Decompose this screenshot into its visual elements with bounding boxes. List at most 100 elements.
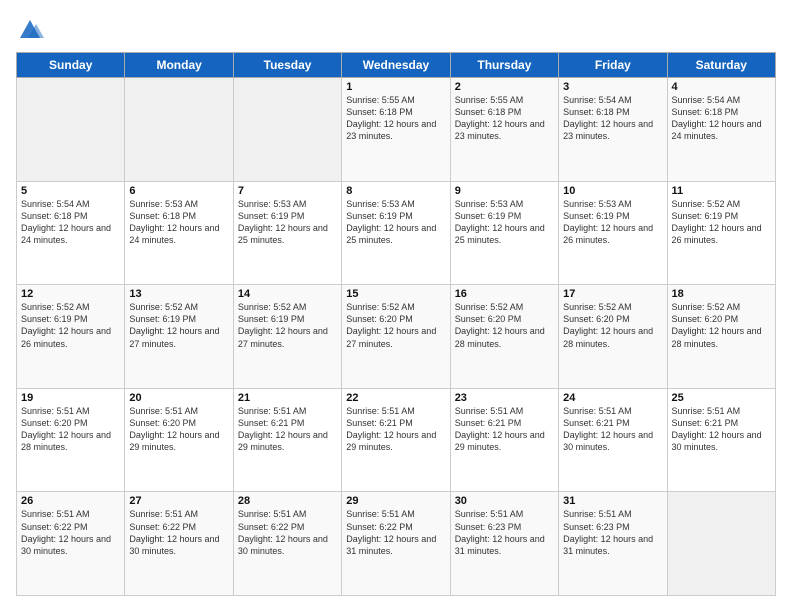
day-number: 13: [129, 288, 228, 300]
calendar-cell: 7Sunrise: 5:53 AMSunset: 6:19 PMDaylight…: [233, 181, 341, 285]
day-number: 17: [563, 288, 662, 300]
calendar-cell: 24Sunrise: 5:51 AMSunset: 6:21 PMDayligh…: [559, 388, 667, 492]
weekday-header: Thursday: [450, 53, 558, 78]
day-info: Sunrise: 5:51 AMSunset: 6:21 PMDaylight:…: [672, 405, 771, 454]
calendar-cell: [17, 78, 125, 182]
day-info: Sunrise: 5:51 AMSunset: 6:23 PMDaylight:…: [563, 508, 662, 557]
calendar-cell: 29Sunrise: 5:51 AMSunset: 6:22 PMDayligh…: [342, 492, 450, 596]
calendar-cell: [667, 492, 775, 596]
day-number: 16: [455, 288, 554, 300]
day-number: 12: [21, 288, 120, 300]
day-number: 10: [563, 185, 662, 197]
day-number: 29: [346, 495, 445, 507]
calendar-cell: 1Sunrise: 5:55 AMSunset: 6:18 PMDaylight…: [342, 78, 450, 182]
day-info: Sunrise: 5:54 AMSunset: 6:18 PMDaylight:…: [672, 94, 771, 143]
logo: [16, 16, 48, 44]
calendar-cell: 23Sunrise: 5:51 AMSunset: 6:21 PMDayligh…: [450, 388, 558, 492]
day-info: Sunrise: 5:51 AMSunset: 6:20 PMDaylight:…: [21, 405, 120, 454]
day-number: 27: [129, 495, 228, 507]
calendar-cell: 30Sunrise: 5:51 AMSunset: 6:23 PMDayligh…: [450, 492, 558, 596]
day-number: 26: [21, 495, 120, 507]
day-number: 28: [238, 495, 337, 507]
day-info: Sunrise: 5:53 AMSunset: 6:19 PMDaylight:…: [563, 198, 662, 247]
calendar-cell: 21Sunrise: 5:51 AMSunset: 6:21 PMDayligh…: [233, 388, 341, 492]
day-info: Sunrise: 5:51 AMSunset: 6:21 PMDaylight:…: [455, 405, 554, 454]
day-info: Sunrise: 5:51 AMSunset: 6:21 PMDaylight:…: [563, 405, 662, 454]
day-number: 25: [672, 392, 771, 404]
calendar-cell: 26Sunrise: 5:51 AMSunset: 6:22 PMDayligh…: [17, 492, 125, 596]
weekday-header: Saturday: [667, 53, 775, 78]
day-info: Sunrise: 5:52 AMSunset: 6:19 PMDaylight:…: [21, 301, 120, 350]
day-number: 11: [672, 185, 771, 197]
day-info: Sunrise: 5:55 AMSunset: 6:18 PMDaylight:…: [455, 94, 554, 143]
calendar-cell: 16Sunrise: 5:52 AMSunset: 6:20 PMDayligh…: [450, 285, 558, 389]
day-number: 4: [672, 81, 771, 93]
day-number: 5: [21, 185, 120, 197]
calendar-table: SundayMondayTuesdayWednesdayThursdayFrid…: [16, 52, 776, 596]
page: SundayMondayTuesdayWednesdayThursdayFrid…: [0, 0, 792, 612]
day-info: Sunrise: 5:51 AMSunset: 6:21 PMDaylight:…: [346, 405, 445, 454]
weekday-header: Sunday: [17, 53, 125, 78]
day-number: 7: [238, 185, 337, 197]
day-number: 21: [238, 392, 337, 404]
calendar-cell: [125, 78, 233, 182]
day-number: 1: [346, 81, 445, 93]
day-info: Sunrise: 5:53 AMSunset: 6:18 PMDaylight:…: [129, 198, 228, 247]
day-info: Sunrise: 5:53 AMSunset: 6:19 PMDaylight:…: [238, 198, 337, 247]
calendar-cell: 10Sunrise: 5:53 AMSunset: 6:19 PMDayligh…: [559, 181, 667, 285]
day-info: Sunrise: 5:51 AMSunset: 6:22 PMDaylight:…: [346, 508, 445, 557]
calendar-cell: 28Sunrise: 5:51 AMSunset: 6:22 PMDayligh…: [233, 492, 341, 596]
day-number: 24: [563, 392, 662, 404]
day-info: Sunrise: 5:51 AMSunset: 6:22 PMDaylight:…: [129, 508, 228, 557]
day-number: 31: [563, 495, 662, 507]
day-info: Sunrise: 5:55 AMSunset: 6:18 PMDaylight:…: [346, 94, 445, 143]
calendar-cell: 19Sunrise: 5:51 AMSunset: 6:20 PMDayligh…: [17, 388, 125, 492]
day-number: 8: [346, 185, 445, 197]
calendar-cell: 6Sunrise: 5:53 AMSunset: 6:18 PMDaylight…: [125, 181, 233, 285]
day-number: 23: [455, 392, 554, 404]
day-info: Sunrise: 5:54 AMSunset: 6:18 PMDaylight:…: [563, 94, 662, 143]
calendar-cell: 15Sunrise: 5:52 AMSunset: 6:20 PMDayligh…: [342, 285, 450, 389]
day-info: Sunrise: 5:51 AMSunset: 6:20 PMDaylight:…: [129, 405, 228, 454]
day-number: 14: [238, 288, 337, 300]
day-info: Sunrise: 5:51 AMSunset: 6:21 PMDaylight:…: [238, 405, 337, 454]
day-info: Sunrise: 5:51 AMSunset: 6:22 PMDaylight:…: [21, 508, 120, 557]
day-number: 9: [455, 185, 554, 197]
calendar-cell: 13Sunrise: 5:52 AMSunset: 6:19 PMDayligh…: [125, 285, 233, 389]
day-info: Sunrise: 5:52 AMSunset: 6:20 PMDaylight:…: [672, 301, 771, 350]
day-number: 15: [346, 288, 445, 300]
day-info: Sunrise: 5:52 AMSunset: 6:19 PMDaylight:…: [238, 301, 337, 350]
calendar-cell: 5Sunrise: 5:54 AMSunset: 6:18 PMDaylight…: [17, 181, 125, 285]
day-info: Sunrise: 5:54 AMSunset: 6:18 PMDaylight:…: [21, 198, 120, 247]
day-info: Sunrise: 5:52 AMSunset: 6:19 PMDaylight:…: [672, 198, 771, 247]
header: [16, 16, 776, 44]
weekday-header: Friday: [559, 53, 667, 78]
calendar-cell: 11Sunrise: 5:52 AMSunset: 6:19 PMDayligh…: [667, 181, 775, 285]
day-info: Sunrise: 5:52 AMSunset: 6:19 PMDaylight:…: [129, 301, 228, 350]
calendar-cell: 12Sunrise: 5:52 AMSunset: 6:19 PMDayligh…: [17, 285, 125, 389]
day-number: 30: [455, 495, 554, 507]
calendar-cell: 3Sunrise: 5:54 AMSunset: 6:18 PMDaylight…: [559, 78, 667, 182]
day-info: Sunrise: 5:52 AMSunset: 6:20 PMDaylight:…: [455, 301, 554, 350]
day-number: 6: [129, 185, 228, 197]
calendar-cell: [233, 78, 341, 182]
day-info: Sunrise: 5:51 AMSunset: 6:23 PMDaylight:…: [455, 508, 554, 557]
day-info: Sunrise: 5:52 AMSunset: 6:20 PMDaylight:…: [563, 301, 662, 350]
calendar-cell: 31Sunrise: 5:51 AMSunset: 6:23 PMDayligh…: [559, 492, 667, 596]
calendar-cell: 17Sunrise: 5:52 AMSunset: 6:20 PMDayligh…: [559, 285, 667, 389]
calendar-cell: 20Sunrise: 5:51 AMSunset: 6:20 PMDayligh…: [125, 388, 233, 492]
day-number: 22: [346, 392, 445, 404]
calendar-cell: 22Sunrise: 5:51 AMSunset: 6:21 PMDayligh…: [342, 388, 450, 492]
day-number: 18: [672, 288, 771, 300]
day-info: Sunrise: 5:51 AMSunset: 6:22 PMDaylight:…: [238, 508, 337, 557]
day-number: 2: [455, 81, 554, 93]
logo-icon: [16, 16, 44, 44]
calendar-cell: 4Sunrise: 5:54 AMSunset: 6:18 PMDaylight…: [667, 78, 775, 182]
day-number: 19: [21, 392, 120, 404]
calendar-cell: 25Sunrise: 5:51 AMSunset: 6:21 PMDayligh…: [667, 388, 775, 492]
day-number: 20: [129, 392, 228, 404]
calendar-cell: 14Sunrise: 5:52 AMSunset: 6:19 PMDayligh…: [233, 285, 341, 389]
weekday-header: Wednesday: [342, 53, 450, 78]
calendar-cell: 27Sunrise: 5:51 AMSunset: 6:22 PMDayligh…: [125, 492, 233, 596]
calendar-cell: 8Sunrise: 5:53 AMSunset: 6:19 PMDaylight…: [342, 181, 450, 285]
